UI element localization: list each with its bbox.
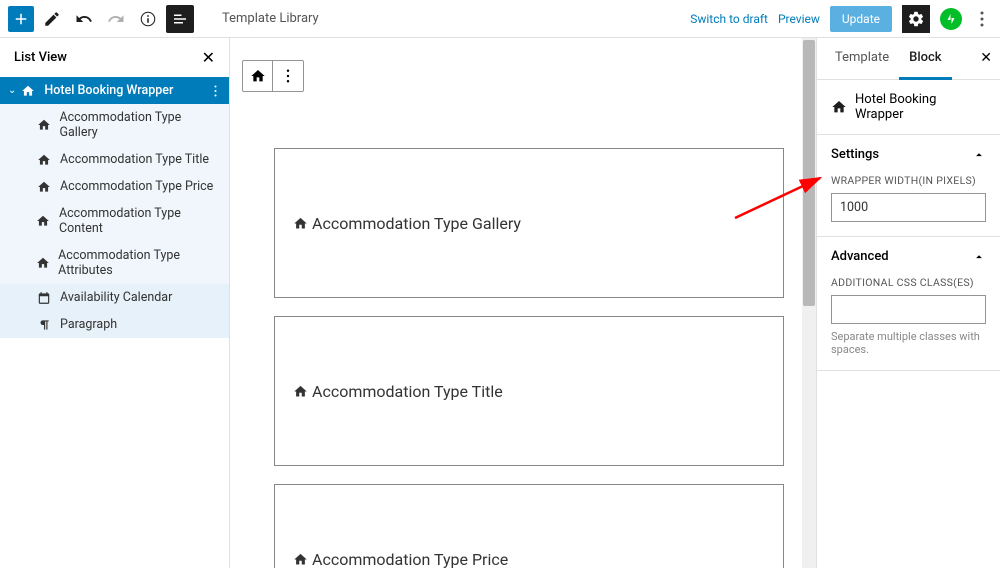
css-classes-label: ADDITIONAL CSS CLASS(ES) — [831, 276, 986, 289]
scrollbar-thumb[interactable] — [803, 40, 815, 306]
home-icon — [36, 153, 52, 167]
block-more-button[interactable] — [273, 61, 303, 91]
settings-section-title: Settings — [831, 147, 879, 162]
home-icon — [36, 180, 52, 194]
listview-item[interactable]: Accommodation Type Content — [0, 200, 229, 242]
listview-root-label: Hotel Booking Wrapper — [44, 83, 173, 98]
inspector-block-header: Hotel Booking Wrapper — [817, 80, 1000, 135]
listview-close-button[interactable]: ✕ — [202, 48, 215, 67]
tab-block[interactable]: Block — [899, 38, 951, 80]
inspector-close-button[interactable]: ✕ — [980, 50, 992, 66]
css-classes-input[interactable] — [831, 295, 986, 324]
scrollbar-track[interactable] — [802, 38, 816, 568]
listview-item[interactable]: Accommodation Type Attributes — [0, 242, 229, 284]
listview-toggle-button[interactable] — [166, 5, 194, 33]
listview-item-label: Accommodation Type Title — [60, 152, 209, 167]
block-title: Accommodation Type Gallery — [312, 214, 521, 233]
listview-item[interactable]: Accommodation Type Title — [0, 146, 229, 173]
top-toolbar: Template Library Switch to draft Preview… — [0, 0, 1000, 38]
block-type-button[interactable] — [243, 61, 273, 91]
settings-button[interactable] — [902, 5, 930, 33]
listview-item[interactable]: Accommodation Type Gallery — [0, 104, 229, 146]
chevron-up-icon — [972, 250, 986, 264]
paragraph-icon — [36, 318, 52, 332]
update-button[interactable]: Update — [830, 6, 892, 32]
listview-item-label: Availability Calendar — [60, 290, 172, 305]
tab-template[interactable]: Template — [825, 38, 899, 79]
more-options-button[interactable] — [972, 11, 992, 27]
block-title: Accommodation Type Price — [312, 550, 508, 568]
page-title: Template Library — [222, 11, 319, 26]
canvas-block[interactable]: Accommodation Type Price — [274, 484, 784, 568]
listview-item-label: Accommodation Type Price — [60, 179, 213, 194]
switch-to-draft-link[interactable]: Switch to draft — [690, 12, 768, 26]
advanced-section-toggle[interactable]: Advanced — [817, 237, 1000, 276]
advanced-section-title: Advanced — [831, 249, 889, 264]
listview-item-label: Paragraph — [60, 317, 117, 332]
listview-root-item[interactable]: ⌄ Hotel Booking Wrapper — [0, 77, 229, 104]
home-icon — [293, 216, 308, 231]
listview-panel: List View ✕ ⌄ Hotel Booking Wrapper Acco… — [0, 38, 230, 568]
redo-button[interactable] — [102, 5, 130, 33]
home-icon — [293, 384, 308, 399]
listview-title: List View — [14, 50, 67, 65]
add-block-button[interactable] — [8, 6, 34, 32]
wrapper-width-input[interactable] — [831, 193, 986, 222]
canvas-block[interactable]: Accommodation Type Title — [274, 316, 784, 466]
settings-section-toggle[interactable]: Settings — [817, 135, 1000, 174]
inspector-panel: Template Block ✕ Hotel Booking Wrapper S… — [816, 38, 1000, 568]
undo-button[interactable] — [70, 5, 98, 33]
chevron-down-icon: ⌄ — [8, 85, 16, 96]
listview-item[interactable]: Accommodation Type Price — [0, 173, 229, 200]
preview-link[interactable]: Preview — [778, 12, 820, 26]
listview-item[interactable]: Paragraph — [0, 311, 229, 338]
home-icon — [36, 256, 50, 270]
home-icon — [36, 118, 51, 132]
home-icon — [831, 99, 847, 115]
canvas-block[interactable]: Accommodation Type Gallery — [274, 148, 784, 298]
calendar-icon — [36, 291, 52, 305]
listview-item-label: Accommodation Type Content — [59, 206, 217, 236]
block-title: Accommodation Type Title — [312, 382, 503, 401]
wrapper-width-label: WRAPPER WIDTH(IN PIXELS) — [831, 174, 986, 187]
home-icon — [36, 214, 51, 228]
info-button[interactable] — [134, 5, 162, 33]
css-classes-help: Separate multiple classes with spaces. — [831, 330, 986, 356]
block-toolbar — [242, 60, 304, 92]
listview-item-label: Accommodation Type Attributes — [58, 248, 217, 278]
editor-canvas[interactable]: Accommodation Type Gallery Accommodation… — [230, 38, 816, 568]
home-icon — [293, 552, 308, 567]
listview-item[interactable]: Availability Calendar — [0, 284, 229, 311]
item-options-button[interactable] — [214, 85, 217, 97]
listview-item-label: Accommodation Type Gallery — [59, 110, 217, 140]
home-icon — [20, 84, 36, 98]
edit-tool-button[interactable] — [38, 5, 66, 33]
inspector-block-name: Hotel Booking Wrapper — [855, 92, 986, 122]
jetpack-button[interactable] — [940, 8, 962, 30]
chevron-up-icon — [972, 148, 986, 162]
